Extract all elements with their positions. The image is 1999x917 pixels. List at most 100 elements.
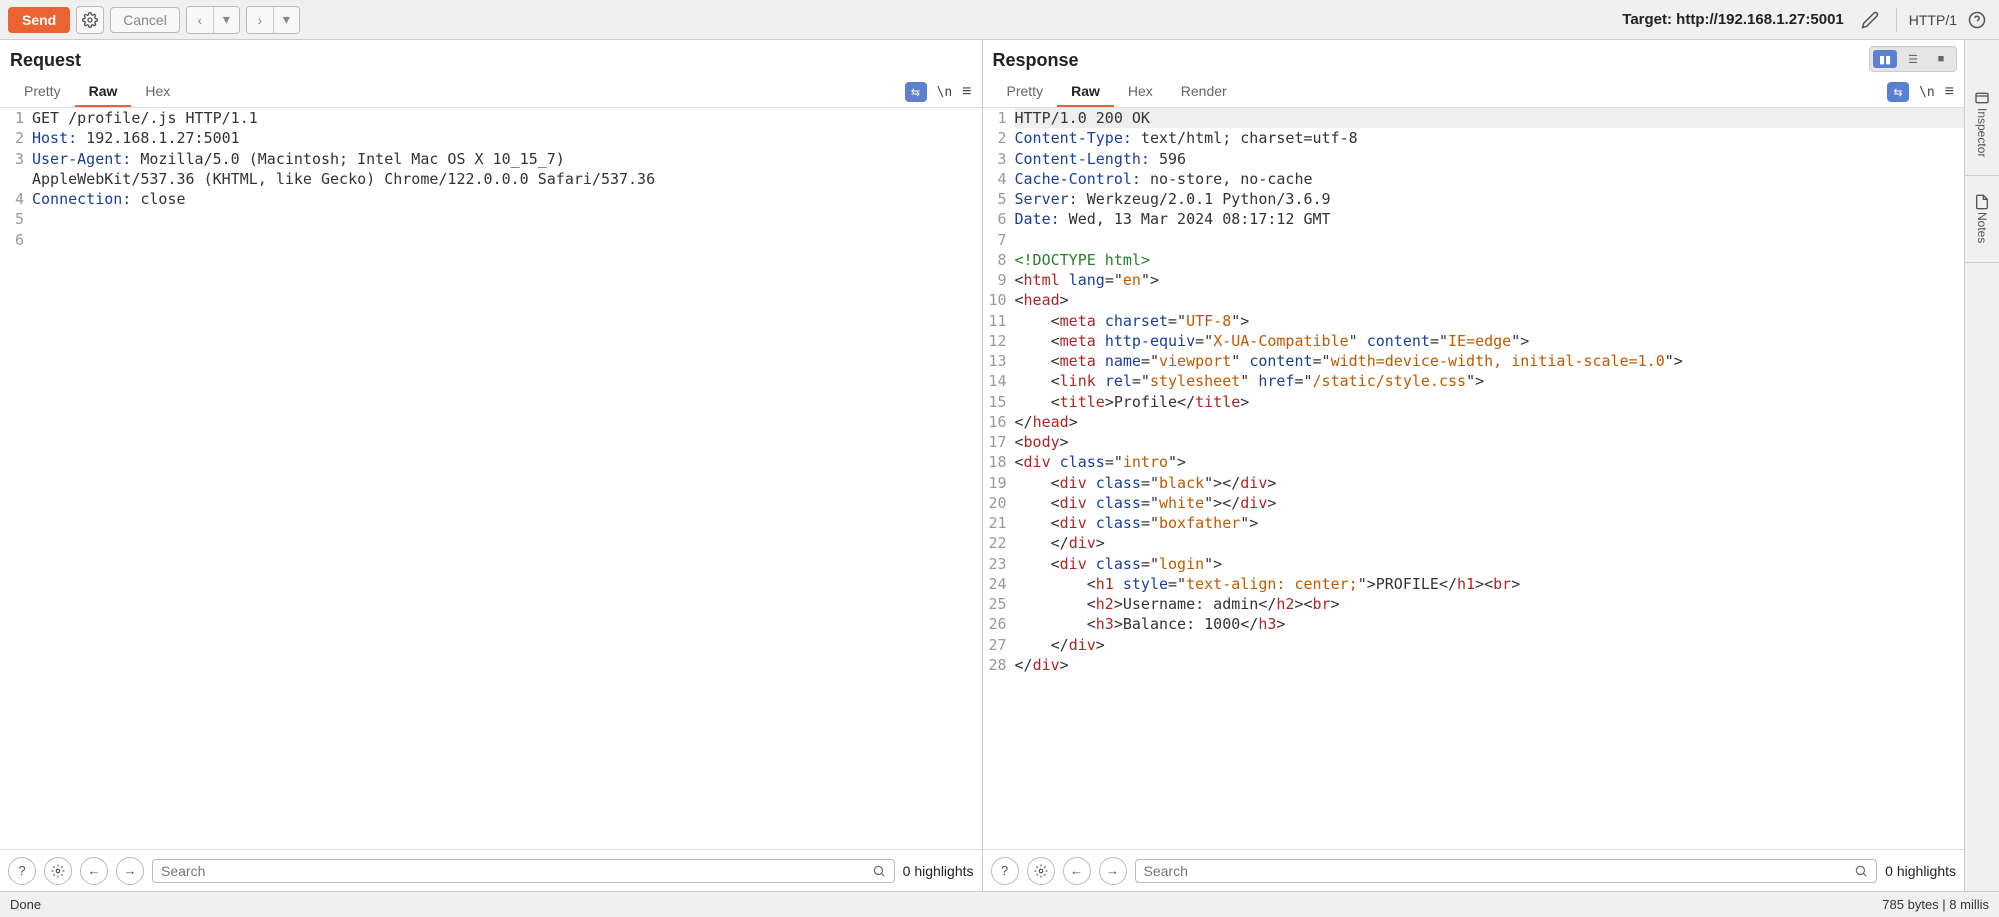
notes-tab[interactable]: Notes	[1972, 186, 1992, 251]
code-line: 21 <div class="boxfather">	[983, 513, 1965, 533]
search-icon[interactable]	[1854, 864, 1868, 878]
request-search-prev-button[interactable]: ←	[80, 857, 108, 885]
code-line: 16</head>	[983, 412, 1965, 432]
tab-pretty[interactable]: Pretty	[10, 77, 75, 107]
tab-hex[interactable]: Hex	[131, 77, 184, 107]
help-button[interactable]	[1963, 6, 1991, 34]
line-number: 14	[983, 371, 1015, 391]
history-next-button[interactable]: ›	[247, 7, 273, 33]
response-search-prev-button[interactable]: ←	[1063, 857, 1091, 885]
request-search-next-button[interactable]: →	[116, 857, 144, 885]
layout-toggle-group: ▮▮ ☰ ■	[1869, 46, 1957, 72]
history-prev-button[interactable]: ‹	[187, 7, 213, 33]
code-content	[32, 209, 982, 229]
request-tabs: PrettyRawHex ⇆ \n ≡	[0, 71, 982, 108]
arrow-right-icon: →	[124, 863, 137, 878]
request-menu-button[interactable]: ≡	[962, 83, 971, 101]
inspector-tab[interactable]: Inspector	[1972, 82, 1992, 165]
arrow-left-icon: ←	[88, 863, 101, 878]
notes-icon	[1974, 194, 1990, 210]
request-search-settings-button[interactable]	[44, 857, 72, 885]
history-next-dropdown[interactable]: ▾	[273, 7, 299, 33]
caret-down-icon: ▾	[223, 11, 230, 28]
square-icon: ■	[1938, 53, 1945, 65]
line-number: 1	[0, 108, 32, 128]
code-line: AppleWebKit/537.36 (KHTML, like Gecko) C…	[0, 169, 982, 189]
arrow-right-icon: →	[1106, 863, 1119, 878]
edit-target-button[interactable]	[1856, 6, 1884, 34]
search-icon[interactable]	[872, 864, 886, 878]
right-rail: Inspector Notes	[1964, 40, 1999, 891]
send-button[interactable]: Send	[8, 7, 70, 33]
response-search-input[interactable]	[1144, 863, 1855, 879]
code-line: 13 <meta name="viewport" content="width=…	[983, 351, 1965, 371]
history-prev-dropdown[interactable]: ▾	[213, 7, 239, 33]
separator	[1965, 175, 1999, 176]
rows-icon: ☰	[1908, 53, 1918, 66]
chevron-right-icon: ›	[257, 12, 262, 28]
response-menu-button[interactable]: ≡	[1945, 83, 1954, 101]
gear-icon	[51, 864, 65, 878]
code-content: Cache-Control: no-store, no-cache	[1015, 169, 1965, 189]
line-number: 4	[983, 169, 1015, 189]
line-number: 9	[983, 270, 1015, 290]
wrap-toggle-button[interactable]: ⇆	[905, 82, 927, 102]
tab-pretty[interactable]: Pretty	[993, 77, 1058, 107]
line-number: 6	[983, 209, 1015, 229]
gear-icon	[1034, 864, 1048, 878]
show-newlines-toggle[interactable]: \n	[937, 85, 953, 100]
help-icon	[1968, 11, 1986, 29]
code-content: <title>Profile</title>	[1015, 392, 1965, 412]
code-content: <h3>Balance: 1000</h3>	[1015, 614, 1965, 634]
response-help-button[interactable]: ?	[991, 857, 1019, 885]
code-content: <meta http-equiv="X-UA-Compatible" conte…	[1015, 331, 1965, 351]
line-number: 23	[983, 554, 1015, 574]
response-editor[interactable]: 1HTTP/1.0 200 OK2Content-Type: text/html…	[983, 108, 1965, 849]
tab-raw[interactable]: Raw	[75, 77, 132, 107]
response-search-next-button[interactable]: →	[1099, 857, 1127, 885]
layout-combined-button[interactable]: ■	[1929, 50, 1953, 68]
http-version-label[interactable]: HTTP/1	[1909, 12, 1957, 28]
status-right: 785 bytes | 8 millis	[1882, 897, 1989, 912]
show-newlines-toggle[interactable]: \n	[1919, 85, 1935, 100]
request-editor[interactable]: 1GET /profile/.js HTTP/1.12Host: 192.168…	[0, 108, 982, 849]
request-help-button[interactable]: ?	[8, 857, 36, 885]
layout-columns-button[interactable]: ▮▮	[1873, 50, 1897, 68]
line-number: 18	[983, 452, 1015, 472]
code-content: <div class="login">	[1015, 554, 1965, 574]
line-number	[0, 169, 32, 189]
code-line: 5Server: Werkzeug/2.0.1 Python/3.6.9	[983, 189, 1965, 209]
code-line: 1HTTP/1.0 200 OK	[983, 108, 1965, 128]
settings-button[interactable]	[76, 6, 104, 34]
request-title: Request	[10, 50, 972, 71]
tab-raw[interactable]: Raw	[1057, 77, 1114, 107]
line-number: 12	[983, 331, 1015, 351]
code-line: 26 <h3>Balance: 1000</h3>	[983, 614, 1965, 634]
line-number: 7	[983, 230, 1015, 250]
layout-rows-button[interactable]: ☰	[1901, 50, 1925, 68]
arrow-left-icon: ←	[1070, 863, 1083, 878]
code-content: <body>	[1015, 432, 1965, 452]
code-line: 25 <h2>Username: admin</h2><br>	[983, 594, 1965, 614]
chevron-left-icon: ‹	[197, 12, 202, 28]
code-line: 15 <title>Profile</title>	[983, 392, 1965, 412]
code-line: 18<div class="intro">	[983, 452, 1965, 472]
request-search-input[interactable]	[161, 863, 872, 879]
tab-hex[interactable]: Hex	[1114, 77, 1167, 107]
code-line: 12 <meta http-equiv="X-UA-Compatible" co…	[983, 331, 1965, 351]
wrap-icon: ⇆	[911, 86, 920, 99]
line-number: 20	[983, 493, 1015, 513]
line-number: 2	[0, 128, 32, 148]
code-content: </div>	[1015, 655, 1965, 675]
tab-render[interactable]: Render	[1167, 77, 1241, 107]
history-next-group: › ▾	[246, 6, 300, 34]
cancel-button[interactable]: Cancel	[110, 7, 180, 33]
response-search-settings-button[interactable]	[1027, 857, 1055, 885]
target-label: Target: http://192.168.1.27:5001	[1622, 11, 1844, 28]
code-line: 19 <div class="black"></div>	[983, 473, 1965, 493]
code-content: User-Agent: Mozilla/5.0 (Macintosh; Inte…	[32, 149, 982, 169]
wrap-toggle-button[interactable]: ⇆	[1887, 82, 1909, 102]
line-number: 27	[983, 635, 1015, 655]
code-content: GET /profile/.js HTTP/1.1	[32, 108, 982, 128]
code-line: 6	[0, 230, 982, 250]
